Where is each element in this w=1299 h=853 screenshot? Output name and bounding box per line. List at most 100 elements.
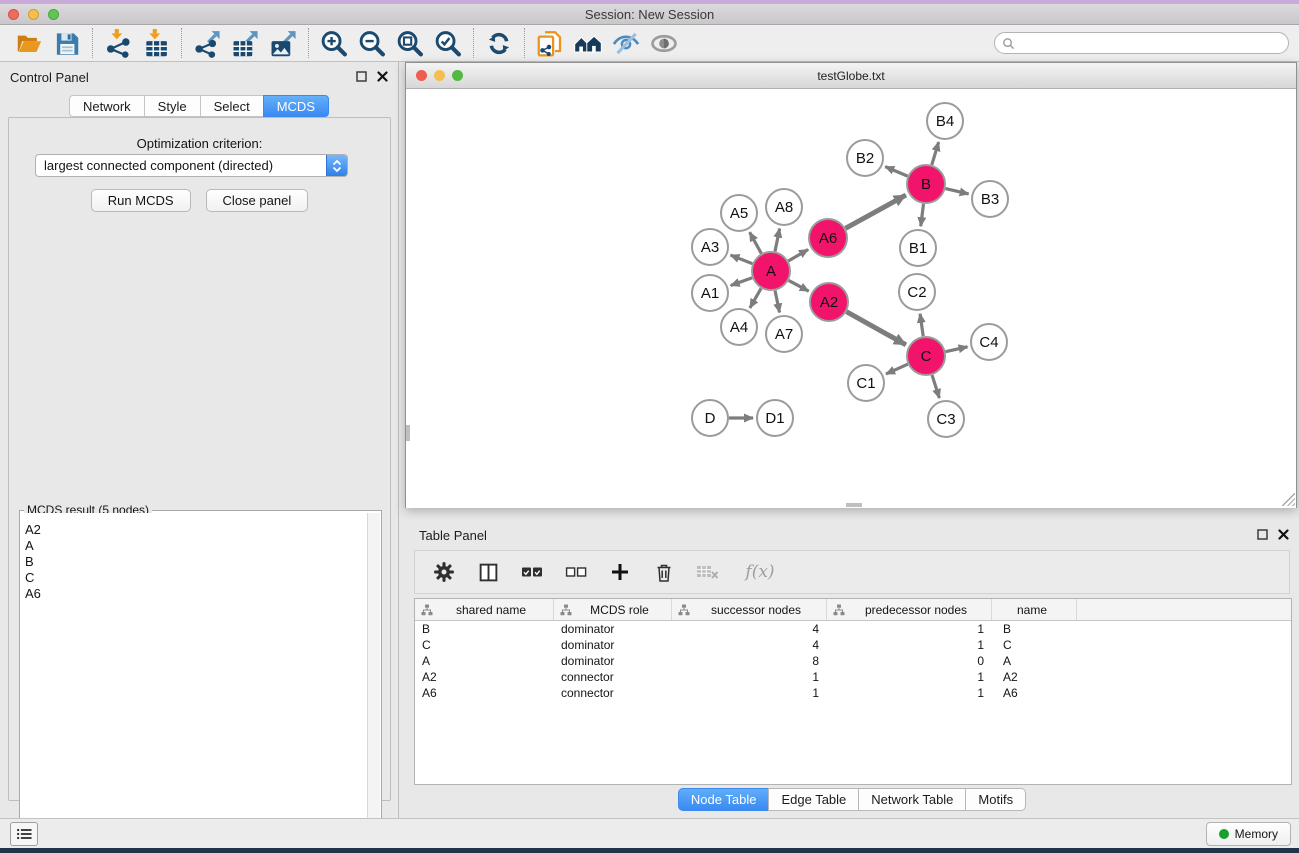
column-selector-button[interactable] [475, 559, 501, 585]
search-input[interactable] [1019, 36, 1279, 50]
show-panels-button[interactable] [10, 822, 38, 846]
graph-node-B2[interactable]: B2 [847, 140, 883, 176]
graph-node-A4[interactable]: A4 [721, 309, 757, 345]
graph-edge-B-B1[interactable] [921, 204, 924, 226]
column-header-name[interactable]: name [992, 599, 1077, 620]
close-network-window-button[interactable] [416, 70, 427, 81]
zoom-fit-button[interactable] [391, 26, 429, 60]
add-column-button[interactable] [607, 559, 633, 585]
network-graph[interactable]: AA1A2A3A4A5A6A7A8BB1B2B3B4CC1C2C3C4DD1 [406, 89, 1296, 508]
close-panel-icon[interactable] [377, 71, 388, 82]
function-builder-button[interactable]: f(x) [739, 559, 781, 585]
import-network-button[interactable] [99, 26, 137, 60]
column-header-predecessor-nodes[interactable]: predecessor nodes [827, 599, 992, 620]
table-row[interactable]: A6 connector 1 1 A6 [415, 685, 1291, 701]
import-table-button[interactable] [137, 26, 175, 60]
graph-node-C2[interactable]: C2 [899, 274, 935, 310]
close-panel-icon[interactable] [1278, 529, 1289, 540]
graph-node-A3[interactable]: A3 [692, 229, 728, 265]
delete-table-button[interactable] [695, 559, 721, 585]
graph-edge-A6-B[interactable] [846, 195, 906, 228]
export-image-button[interactable] [264, 26, 302, 60]
graph-node-D1[interactable]: D1 [757, 400, 793, 436]
graph-node-C4[interactable]: C4 [971, 324, 1007, 360]
tab-edge-table[interactable]: Edge Table [768, 788, 858, 811]
tab-style[interactable]: Style [144, 95, 200, 117]
graph-node-A[interactable]: A [752, 252, 790, 290]
graph-node-C1[interactable]: C1 [848, 365, 884, 401]
graph-node-A2[interactable]: A2 [810, 283, 848, 321]
mcds-result-item[interactable]: A2 [21, 522, 367, 538]
table-row[interactable]: A2 connector 1 1 A2 [415, 669, 1291, 685]
graph-node-B[interactable]: B [907, 165, 945, 203]
graph-node-A1[interactable]: A1 [692, 275, 728, 311]
graph-edge-B-B4[interactable] [932, 142, 939, 165]
mcds-result-item[interactable]: B [21, 554, 367, 570]
graph-edge-B-B2[interactable] [885, 167, 907, 177]
export-table-button[interactable] [226, 26, 264, 60]
float-panel-icon[interactable] [1257, 529, 1268, 540]
graph-node-B3[interactable]: B3 [972, 181, 1008, 217]
column-header-shared-name[interactable]: shared name [415, 599, 554, 620]
mcds-result-list[interactable]: A2 A B C A6 [21, 513, 367, 849]
graph-edge-C-C4[interactable] [946, 347, 968, 352]
tab-network-table[interactable]: Network Table [858, 788, 965, 811]
graph-edge-A-A5[interactable] [750, 232, 762, 253]
tab-node-table[interactable]: Node Table [678, 788, 769, 811]
tab-select[interactable]: Select [200, 95, 263, 117]
column-header-successor-nodes[interactable]: successor nodes [672, 599, 827, 620]
mcds-result-item[interactable]: C [21, 570, 367, 586]
graph-edge-A-A6[interactable] [788, 250, 808, 261]
zoom-out-button[interactable] [353, 26, 391, 60]
zoom-selected-button[interactable] [429, 26, 467, 60]
float-panel-icon[interactable] [356, 71, 367, 82]
graph-edge-A-A3[interactable] [730, 255, 752, 264]
graph-edge-A-A4[interactable] [750, 288, 761, 308]
export-network-button[interactable] [188, 26, 226, 60]
minimize-window-button[interactable] [28, 9, 39, 20]
deselect-all-button[interactable] [563, 559, 589, 585]
table-row[interactable]: B dominator 4 1 B [415, 621, 1291, 637]
graph-node-B1[interactable]: B1 [900, 230, 936, 266]
column-header-mcds-role[interactable]: MCDS role [554, 599, 672, 620]
open-session-button[interactable] [10, 26, 48, 60]
close-panel-button[interactable]: Close panel [206, 189, 309, 212]
search-field[interactable] [994, 32, 1289, 54]
delete-column-button[interactable] [651, 559, 677, 585]
zoom-network-window-button[interactable] [452, 70, 463, 81]
hide-graphics-details-button[interactable] [607, 26, 645, 60]
tab-network[interactable]: Network [69, 95, 144, 117]
mcds-result-item[interactable]: A6 [21, 586, 367, 602]
tab-mcds[interactable]: MCDS [263, 95, 329, 117]
run-mcds-button[interactable]: Run MCDS [91, 189, 191, 212]
graph-edge-A-A2[interactable] [789, 280, 809, 291]
clone-network-button[interactable] [531, 26, 569, 60]
graph-node-A7[interactable]: A7 [766, 316, 802, 352]
network-canvas[interactable]: AA1A2A3A4A5A6A7A8BB1B2B3B4CC1C2C3C4DD1 [406, 89, 1296, 508]
graph-node-A5[interactable]: A5 [721, 195, 757, 231]
minimize-network-window-button[interactable] [434, 70, 445, 81]
graph-node-A6[interactable]: A6 [809, 219, 847, 257]
graph-node-C[interactable]: C [907, 337, 945, 375]
home-button[interactable] [569, 26, 607, 60]
refresh-button[interactable] [480, 26, 518, 60]
graph-node-A8[interactable]: A8 [766, 189, 802, 225]
mcds-result-item[interactable]: A [21, 538, 367, 554]
close-window-button[interactable] [8, 9, 19, 20]
memory-button[interactable]: Memory [1206, 822, 1291, 846]
graph-edge-A-A7[interactable] [775, 291, 780, 313]
criterion-dropdown[interactable]: largest connected component (directed) [35, 154, 348, 177]
zoom-in-button[interactable] [315, 26, 353, 60]
resize-grip-icon[interactable] [1282, 493, 1295, 506]
graph-edge-C-C2[interactable] [920, 314, 923, 336]
table-row[interactable]: C dominator 4 1 C [415, 637, 1291, 653]
table-row[interactable]: A dominator 8 0 A [415, 653, 1291, 669]
graph-edge-A-A8[interactable] [775, 229, 780, 252]
zoom-window-button[interactable] [48, 9, 59, 20]
graph-edge-C-C3[interactable] [932, 375, 939, 398]
graph-edge-A2-C[interactable] [846, 312, 905, 345]
vertical-scroll-stub[interactable] [406, 425, 410, 441]
graph-edge-C-C1[interactable] [886, 364, 908, 374]
network-window-titlebar[interactable]: testGlobe.txt [406, 63, 1296, 89]
mcds-result-scrollbar[interactable] [367, 513, 380, 849]
